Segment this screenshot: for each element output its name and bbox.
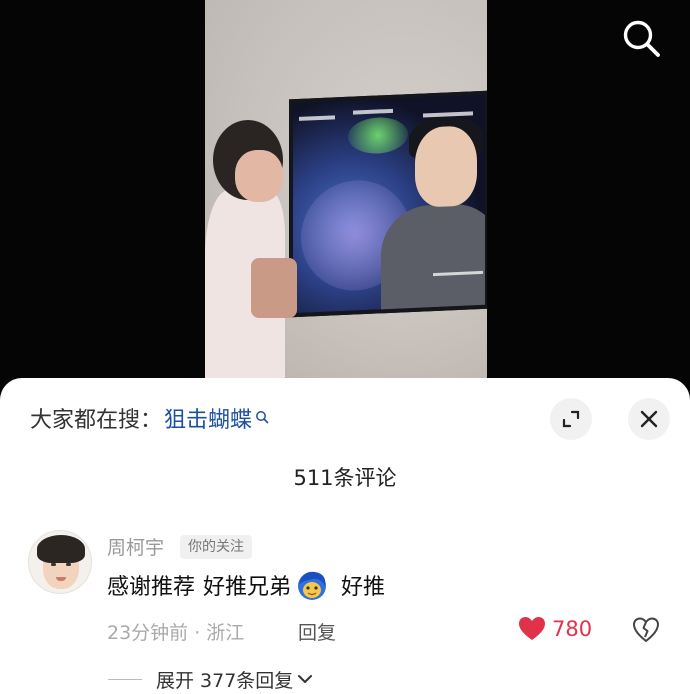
expand-panel-button[interactable] bbox=[550, 398, 592, 440]
comment-text-part1: 感谢推荐 bbox=[107, 575, 196, 600]
avatar[interactable] bbox=[28, 530, 92, 594]
comment-author[interactable]: 周柯宇 bbox=[107, 533, 164, 560]
comment-text: 感谢推荐 好推兄弟 好推 bbox=[107, 568, 385, 602]
chevron-down-icon bbox=[298, 675, 313, 683]
expand-replies-label: 展开 377条回复 bbox=[156, 669, 294, 692]
person-silhouette bbox=[205, 120, 300, 400]
video-player[interactable] bbox=[0, 0, 690, 400]
like-button[interactable]: 780 bbox=[518, 616, 592, 642]
like-count: 780 bbox=[552, 617, 593, 641]
trending-term[interactable]: 狙击蝴蝶 bbox=[164, 402, 252, 434]
tv-screen bbox=[289, 90, 487, 318]
following-badge: 你的关注 bbox=[180, 535, 252, 559]
trending-search[interactable]: 大家都在搜： 狙击蝴蝶 bbox=[30, 403, 269, 433]
close-button[interactable] bbox=[628, 398, 670, 440]
comment-panel: 大家都在搜： 狙击蝴蝶 511条评论 周柯宇 你的关注 感谢推荐 好推兄弟 好推… bbox=[0, 378, 690, 694]
comment-count: 511条评论 bbox=[293, 466, 397, 490]
dislike-heart-icon[interactable] bbox=[632, 616, 660, 644]
comment-item: 周柯宇 你的关注 感谢推荐 好推兄弟 好推 23分钟前 · 浙江 回复 780 bbox=[28, 530, 668, 645]
blue-hair-emoji-icon bbox=[295, 568, 329, 602]
divider-line bbox=[108, 678, 142, 680]
search-icon[interactable] bbox=[618, 15, 666, 63]
expand-replies-button[interactable]: 展开 377条回复 bbox=[108, 666, 313, 692]
close-icon bbox=[640, 410, 658, 428]
mini-search-icon bbox=[255, 405, 269, 424]
expand-icon bbox=[562, 410, 580, 428]
trending-prefix: 大家都在搜： bbox=[30, 408, 163, 433]
heart-icon bbox=[519, 617, 545, 640]
video-frame bbox=[205, 0, 487, 400]
comment-meta: 23分钟前 · 浙江 bbox=[107, 622, 245, 644]
reply-button[interactable]: 回复 bbox=[298, 618, 336, 645]
comment-text-part3: 好推 bbox=[341, 575, 386, 600]
comment-text-part2: 好推兄弟 bbox=[203, 575, 292, 600]
